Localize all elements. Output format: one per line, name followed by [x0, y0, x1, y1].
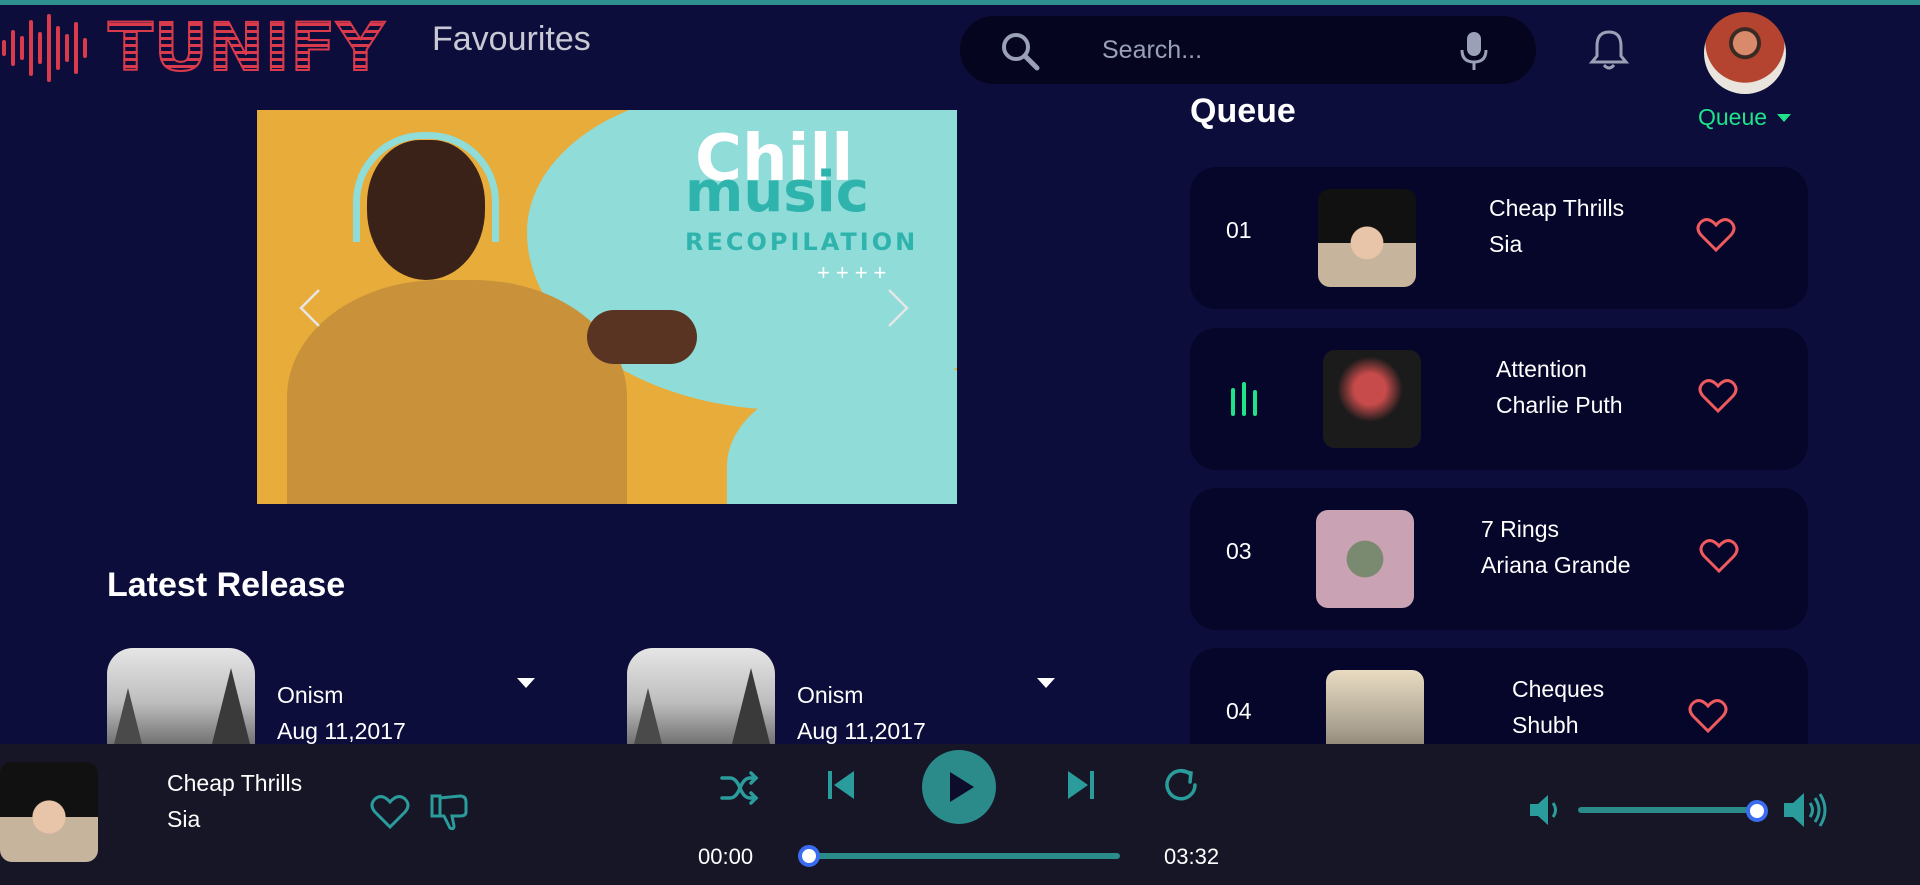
release-date: Aug 11,2017: [797, 718, 926, 744]
logo-text: TUNIFY: [107, 9, 386, 86]
heart-icon[interactable]: [1699, 538, 1739, 574]
queue-item[interactable]: 01 Cheap Thrills Sia: [1190, 167, 1808, 309]
queue-dropdown-label: Queue: [1698, 104, 1768, 130]
caret-down-icon[interactable]: [517, 678, 535, 688]
queue-item-artist: Shubh: [1512, 712, 1579, 738]
caret-down-icon: [1777, 113, 1792, 122]
microphone-icon[interactable]: [1458, 30, 1490, 72]
queue-item-artist: Charlie Puth: [1496, 392, 1623, 418]
hero-banner: Chill music RECOPILATION ++++: [257, 110, 957, 504]
equalizer-bars-icon: [1231, 382, 1257, 416]
latest-release-title: Latest Release: [107, 566, 346, 604]
search-input[interactable]: [1102, 32, 1402, 68]
release-date: Aug 11,2017: [277, 718, 406, 744]
heart-icon[interactable]: [1696, 217, 1736, 253]
headphones-graphic: [353, 132, 499, 242]
play-button[interactable]: [922, 750, 996, 824]
app-logo[interactable]: TUNIFY: [0, 9, 386, 86]
heart-icon[interactable]: [370, 794, 410, 830]
skip-next-icon[interactable]: [1066, 768, 1096, 802]
queue-item-artist: Sia: [1489, 231, 1523, 257]
queue-item[interactable]: Attention Charlie Puth: [1190, 328, 1808, 470]
release-card[interactable]: Onism Aug 11,2017: [627, 648, 1087, 748]
thumbs-down-icon[interactable]: [430, 792, 470, 832]
banner-text-recopilation: RECOPILATION: [685, 228, 919, 256]
release-thumbnail: [627, 648, 775, 748]
volume-high-icon[interactable]: [1782, 790, 1830, 830]
top-accent-bar: [0, 0, 1920, 5]
banner-hand: [587, 310, 697, 364]
search-bar: [960, 16, 1536, 84]
bell-icon[interactable]: [1588, 28, 1630, 72]
caret-down-icon[interactable]: [1037, 678, 1055, 688]
queue-item-index: 04: [1226, 698, 1252, 724]
current-time: 00:00: [698, 844, 754, 869]
banner-text-plus: ++++: [817, 260, 893, 285]
queue-title: Queue: [1190, 92, 1296, 130]
chevron-right-icon[interactable]: [885, 286, 913, 330]
album-art: [1318, 189, 1416, 287]
banner-text-music: music: [685, 160, 869, 225]
skip-previous-icon[interactable]: [826, 768, 856, 802]
queue-item-artist: Ariana Grande: [1481, 552, 1631, 578]
play-icon: [950, 772, 974, 802]
now-playing-art: [0, 762, 98, 862]
release-thumbnail: [107, 648, 255, 748]
chevron-left-icon[interactable]: [295, 286, 323, 330]
queue-item-index: 03: [1226, 538, 1252, 564]
volume-low-icon[interactable]: [1528, 792, 1564, 828]
player-bar: Cheap Thrills Sia 00:00 03:32: [0, 744, 1920, 885]
release-title: Onism: [277, 682, 344, 708]
release-title: Onism: [797, 682, 864, 708]
now-playing-artist: Sia: [167, 806, 201, 832]
sound-wave-icon: [2, 14, 87, 82]
queue-item[interactable]: 03 7 Rings Ariana Grande: [1190, 488, 1808, 630]
heart-icon[interactable]: [1698, 378, 1738, 414]
volume-handle[interactable]: [1746, 800, 1768, 822]
queue-item-song: Cheques: [1512, 676, 1605, 702]
volume-slider[interactable]: [1578, 807, 1760, 813]
heart-icon[interactable]: [1688, 698, 1728, 734]
queue-item-song: Cheap Thrills: [1489, 195, 1625, 221]
shuffle-icon[interactable]: [720, 770, 760, 806]
queue-item-index: 01: [1226, 217, 1252, 243]
progress-bar[interactable]: [806, 853, 1120, 859]
album-art: [1316, 510, 1414, 608]
now-playing-song: Cheap Thrills: [167, 770, 303, 796]
release-card[interactable]: Onism Aug 11,2017: [107, 648, 567, 748]
album-art: [1323, 350, 1421, 448]
progress-handle[interactable]: [798, 845, 820, 867]
queue-item-song: 7 Rings: [1481, 516, 1559, 542]
nav-favourites[interactable]: Favourites: [432, 20, 591, 59]
banner-person: [287, 280, 627, 504]
total-time: 03:32: [1164, 844, 1220, 869]
queue-item-song: Attention: [1496, 356, 1587, 382]
repeat-icon[interactable]: [1162, 766, 1200, 804]
queue-dropdown[interactable]: Queue: [1698, 104, 1792, 131]
search-icon[interactable]: [1000, 31, 1040, 71]
user-avatar[interactable]: [1704, 12, 1786, 94]
